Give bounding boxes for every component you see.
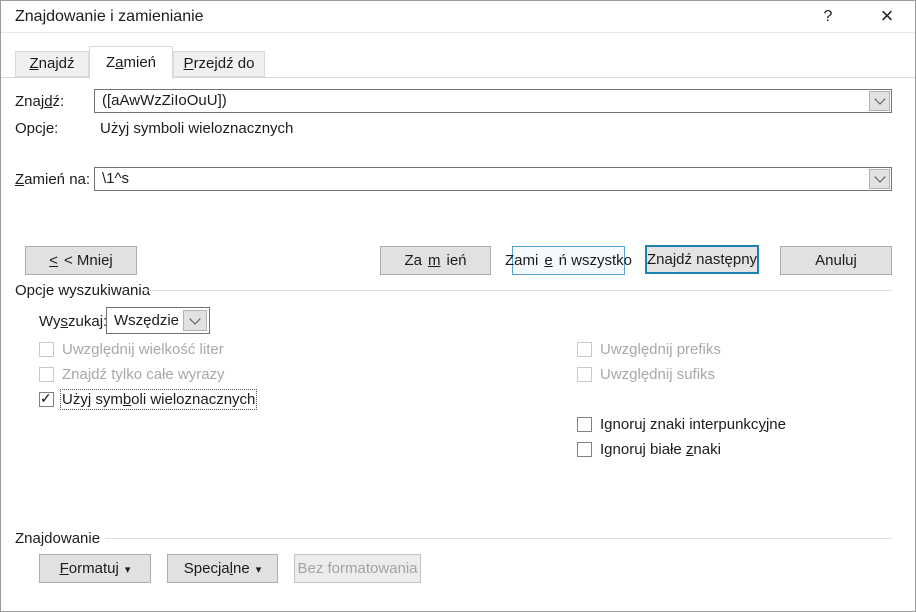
- checkbox-icon: [39, 342, 54, 357]
- checkbox-use-wildcards[interactable]: ✓ Użyj symboli wieloznacznych: [39, 391, 255, 408]
- chevron-down-icon: [874, 93, 885, 104]
- find-input[interactable]: ([aAwWzZiIoOuU]): [94, 89, 892, 113]
- checkbox-icon: [577, 342, 592, 357]
- options-value: Użyj symboli wieloznacznych: [100, 120, 293, 137]
- checkbox-icon[interactable]: [577, 442, 592, 457]
- no-formatting-button: Bez formatowania: [294, 554, 421, 583]
- format-button[interactable]: Formatuj ▾: [39, 554, 151, 583]
- checkbox-match-prefix: Uwzględnij prefiks: [577, 341, 721, 358]
- tab-znajdz[interactable]: Znajdź: [15, 51, 89, 77]
- checkbox-match-suffix: Uwzględnij sufiks: [577, 366, 715, 383]
- checkbox-label: Uwzględnij sufiks: [600, 366, 715, 383]
- tab-zamien[interactable]: Zamień: [89, 46, 173, 79]
- replace-input-value: \1^s: [102, 170, 129, 187]
- help-icon[interactable]: ?: [811, 5, 845, 29]
- checkbox-label[interactable]: Ignoruj znaki interpunkcyjne: [600, 416, 786, 433]
- replace-button[interactable]: Zamień: [380, 246, 491, 275]
- checkbox-ignore-whitespace[interactable]: Ignoruj białe znaki: [577, 441, 721, 458]
- format-button-label: Formatuj: [60, 560, 119, 577]
- less-button[interactable]: << Mniej: [25, 246, 137, 275]
- search-options-divider: [141, 290, 892, 291]
- find-section-divider: [105, 538, 892, 539]
- search-scope-label: Wyszukaj:: [39, 313, 107, 330]
- search-scope-select[interactable]: Wszędzie: [106, 307, 210, 334]
- replace-dropdown-button[interactable]: [869, 169, 890, 189]
- replace-all-button[interactable]: Zamień wszystko: [512, 246, 625, 275]
- search-scope-value: Wszędzie: [114, 312, 179, 329]
- checkbox-label: Uwzględnij prefiks: [600, 341, 721, 358]
- checkbox-label[interactable]: Użyj symboli wieloznacznych: [62, 391, 255, 408]
- checkbox-icon: [39, 367, 54, 382]
- search-scope-dropdown-button[interactable]: [183, 310, 207, 331]
- title-bar: Znajdowanie i zamienianie ? ×: [1, 1, 915, 33]
- cancel-button[interactable]: Anuluj: [780, 246, 892, 275]
- checkbox-label: Znajdź tylko całe wyrazy: [62, 366, 225, 383]
- checkbox-match-case: Uwzględnij wielkość liter: [39, 341, 224, 358]
- tab-przejdz-do[interactable]: Przejdź do: [173, 51, 265, 77]
- dialog-title: Znajdowanie i zamienianie: [15, 8, 204, 26]
- find-label: Znajdź:: [15, 93, 64, 110]
- checkbox-checked-icon[interactable]: ✓: [39, 392, 54, 407]
- search-options-header: Opcje wyszukiwania: [15, 282, 150, 299]
- checkbox-ignore-punctuation[interactable]: Ignoruj znaki interpunkcyjne: [577, 416, 786, 433]
- chevron-down-icon: [189, 313, 200, 324]
- check-icon: ✓: [40, 390, 52, 407]
- checkbox-label: Uwzględnij wielkość liter: [62, 341, 224, 358]
- chevron-down-icon: [874, 171, 885, 182]
- checkbox-icon: [577, 367, 592, 382]
- menu-arrow-icon: ▾: [256, 563, 262, 576]
- find-input-value: ([aAwWzZiIoOuU]): [102, 92, 227, 109]
- menu-arrow-icon: ▾: [125, 563, 131, 576]
- close-icon[interactable]: ×: [867, 2, 907, 30]
- special-button-label: Specjalne: [184, 560, 250, 577]
- find-dropdown-button[interactable]: [869, 91, 890, 111]
- replace-input[interactable]: \1^s: [94, 167, 892, 191]
- find-replace-dialog: Znajdowanie i zamienianie ? × Znajdź Zam…: [0, 0, 916, 612]
- find-next-button[interactable]: Znajdź następny: [645, 245, 759, 274]
- find-section-header: Znajdowanie: [15, 530, 100, 547]
- replace-label: Zamień na:: [15, 171, 90, 188]
- checkbox-icon[interactable]: [577, 417, 592, 432]
- special-button[interactable]: Specjalne ▾: [167, 554, 278, 583]
- checkbox-whole-words: Znajdź tylko całe wyrazy: [39, 366, 225, 383]
- checkbox-label[interactable]: Ignoruj białe znaki: [600, 441, 721, 458]
- options-label: Opcje:: [15, 120, 58, 137]
